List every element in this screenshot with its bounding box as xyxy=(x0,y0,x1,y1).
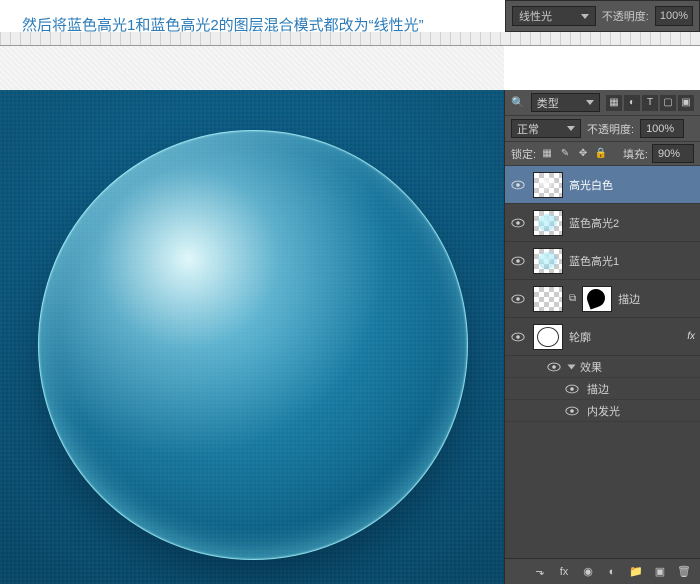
visibility-toggle[interactable] xyxy=(563,404,581,418)
layer-thumbnail[interactable] xyxy=(533,172,563,198)
document-background-strip xyxy=(0,46,504,90)
eye-icon xyxy=(511,180,525,190)
layer-row[interactable]: 轮廓 fx xyxy=(505,318,700,356)
visibility-toggle[interactable] xyxy=(545,360,563,374)
eye-icon xyxy=(511,294,525,304)
layer-name[interactable]: 描边 xyxy=(618,291,696,307)
layer-row[interactable]: 蓝色高光1 xyxy=(505,242,700,280)
effect-name: 内发光 xyxy=(587,403,620,419)
canvas[interactable] xyxy=(0,90,504,584)
filter-pixel-icon[interactable]: ▦ xyxy=(606,95,622,111)
filter-type-dropdown[interactable]: 类型 xyxy=(531,93,600,112)
layer-thumbnail[interactable] xyxy=(533,210,563,236)
layer-name[interactable]: 蓝色高光2 xyxy=(569,215,696,231)
opacity-label: 不透明度: xyxy=(602,8,649,24)
effects-label: 效果 xyxy=(580,359,602,375)
lock-paint-icon[interactable]: ✎ xyxy=(558,147,572,161)
chevron-down-icon xyxy=(581,14,589,19)
layers-panel-footer: ⬎ fx ◉ ◐ 📁 ▣ 🗑 xyxy=(505,558,700,584)
group-button[interactable]: 📁 xyxy=(628,564,644,580)
fx-indicator[interactable]: fx xyxy=(687,331,696,342)
layer-row[interactable]: ⧉ 描边 xyxy=(505,280,700,318)
new-layer-button[interactable]: ▣ xyxy=(652,564,668,580)
layer-row[interactable]: 高光白色 xyxy=(505,166,700,204)
lock-transparency-icon[interactable]: ▦ xyxy=(540,147,554,161)
visibility-toggle[interactable] xyxy=(509,254,527,268)
search-icon[interactable]: 🔍 xyxy=(511,96,525,109)
layers-panel: 🔍 类型 ▦ ◐ T ▢ ▣ 正常 不透明度: 100% 锁定: ▦ ✎ ✥ 🔒… xyxy=(504,90,700,584)
layer-name[interactable]: 轮廓 xyxy=(569,329,681,345)
layers-list: 高光白色 蓝色高光2 蓝色高光1 ⧉ 描边 xyxy=(505,166,700,558)
effect-item[interactable]: 内发光 xyxy=(505,400,700,422)
fill-input[interactable]: 90% xyxy=(652,144,694,163)
eye-icon xyxy=(565,406,579,416)
panel-opacity-input[interactable]: 100% xyxy=(640,119,684,138)
eye-icon xyxy=(511,256,525,266)
disclosure-triangle-icon[interactable] xyxy=(568,364,576,369)
adjustment-button[interactable]: ◐ xyxy=(604,564,620,580)
visibility-toggle[interactable] xyxy=(563,382,581,396)
eye-icon xyxy=(511,218,525,228)
panel-opacity-label: 不透明度: xyxy=(587,121,634,137)
visibility-toggle[interactable] xyxy=(509,216,527,230)
blend-opacity-row: 正常 不透明度: 100% xyxy=(505,116,700,142)
lock-position-icon[interactable]: ✥ xyxy=(576,147,590,161)
lock-all-icon[interactable]: 🔒 xyxy=(594,147,608,161)
ruler-horizontal xyxy=(0,32,700,46)
fx-button[interactable]: fx xyxy=(556,564,572,580)
chevron-down-icon xyxy=(586,100,594,105)
blend-mode-dropdown[interactable]: 线性光 xyxy=(512,6,596,26)
filter-smart-icon[interactable]: ▣ xyxy=(678,95,694,111)
lock-label: 锁定: xyxy=(511,146,536,162)
layer-row[interactable]: 蓝色高光2 xyxy=(505,204,700,242)
visibility-toggle[interactable] xyxy=(509,178,527,192)
chevron-down-icon xyxy=(567,126,575,131)
layer-thumbnail[interactable] xyxy=(533,286,563,312)
effect-item[interactable]: 描边 xyxy=(505,378,700,400)
link-layers-button[interactable]: ⬎ xyxy=(532,564,548,580)
filter-shape-icon[interactable]: ▢ xyxy=(660,95,676,111)
filter-adjust-icon[interactable]: ◐ xyxy=(624,95,640,111)
options-bar: 线性光 不透明度: 100% xyxy=(505,0,700,32)
layer-filter-row: 🔍 类型 ▦ ◐ T ▢ ▣ xyxy=(505,90,700,116)
link-icon: ⧉ xyxy=(569,293,576,304)
layer-name[interactable]: 蓝色高光1 xyxy=(569,253,696,269)
layer-mask-thumbnail[interactable] xyxy=(582,286,612,312)
fill-label: 填充: xyxy=(623,146,648,162)
filter-type-icon[interactable]: T xyxy=(642,95,658,111)
eye-icon xyxy=(547,362,561,372)
mask-button[interactable]: ◉ xyxy=(580,564,596,580)
effect-name: 描边 xyxy=(587,381,609,397)
visibility-toggle[interactable] xyxy=(509,330,527,344)
delete-button[interactable]: 🗑 xyxy=(676,564,692,580)
layer-thumbnail[interactable] xyxy=(533,248,563,274)
visibility-toggle[interactable] xyxy=(509,292,527,306)
filter-icons: ▦ ◐ T ▢ ▣ xyxy=(606,95,694,111)
artwork-orb xyxy=(38,130,468,560)
eye-icon xyxy=(565,384,579,394)
panel-blend-mode-dropdown[interactable]: 正常 xyxy=(511,119,581,138)
layer-name[interactable]: 高光白色 xyxy=(569,177,696,193)
blend-mode-value: 线性光 xyxy=(519,8,552,24)
opacity-input[interactable]: 100% xyxy=(655,6,693,26)
eye-icon xyxy=(511,332,525,342)
lock-fill-row: 锁定: ▦ ✎ ✥ 🔒 填充: 90% xyxy=(505,142,700,166)
layer-thumbnail[interactable] xyxy=(533,324,563,350)
effects-header[interactable]: 效果 xyxy=(505,356,700,378)
